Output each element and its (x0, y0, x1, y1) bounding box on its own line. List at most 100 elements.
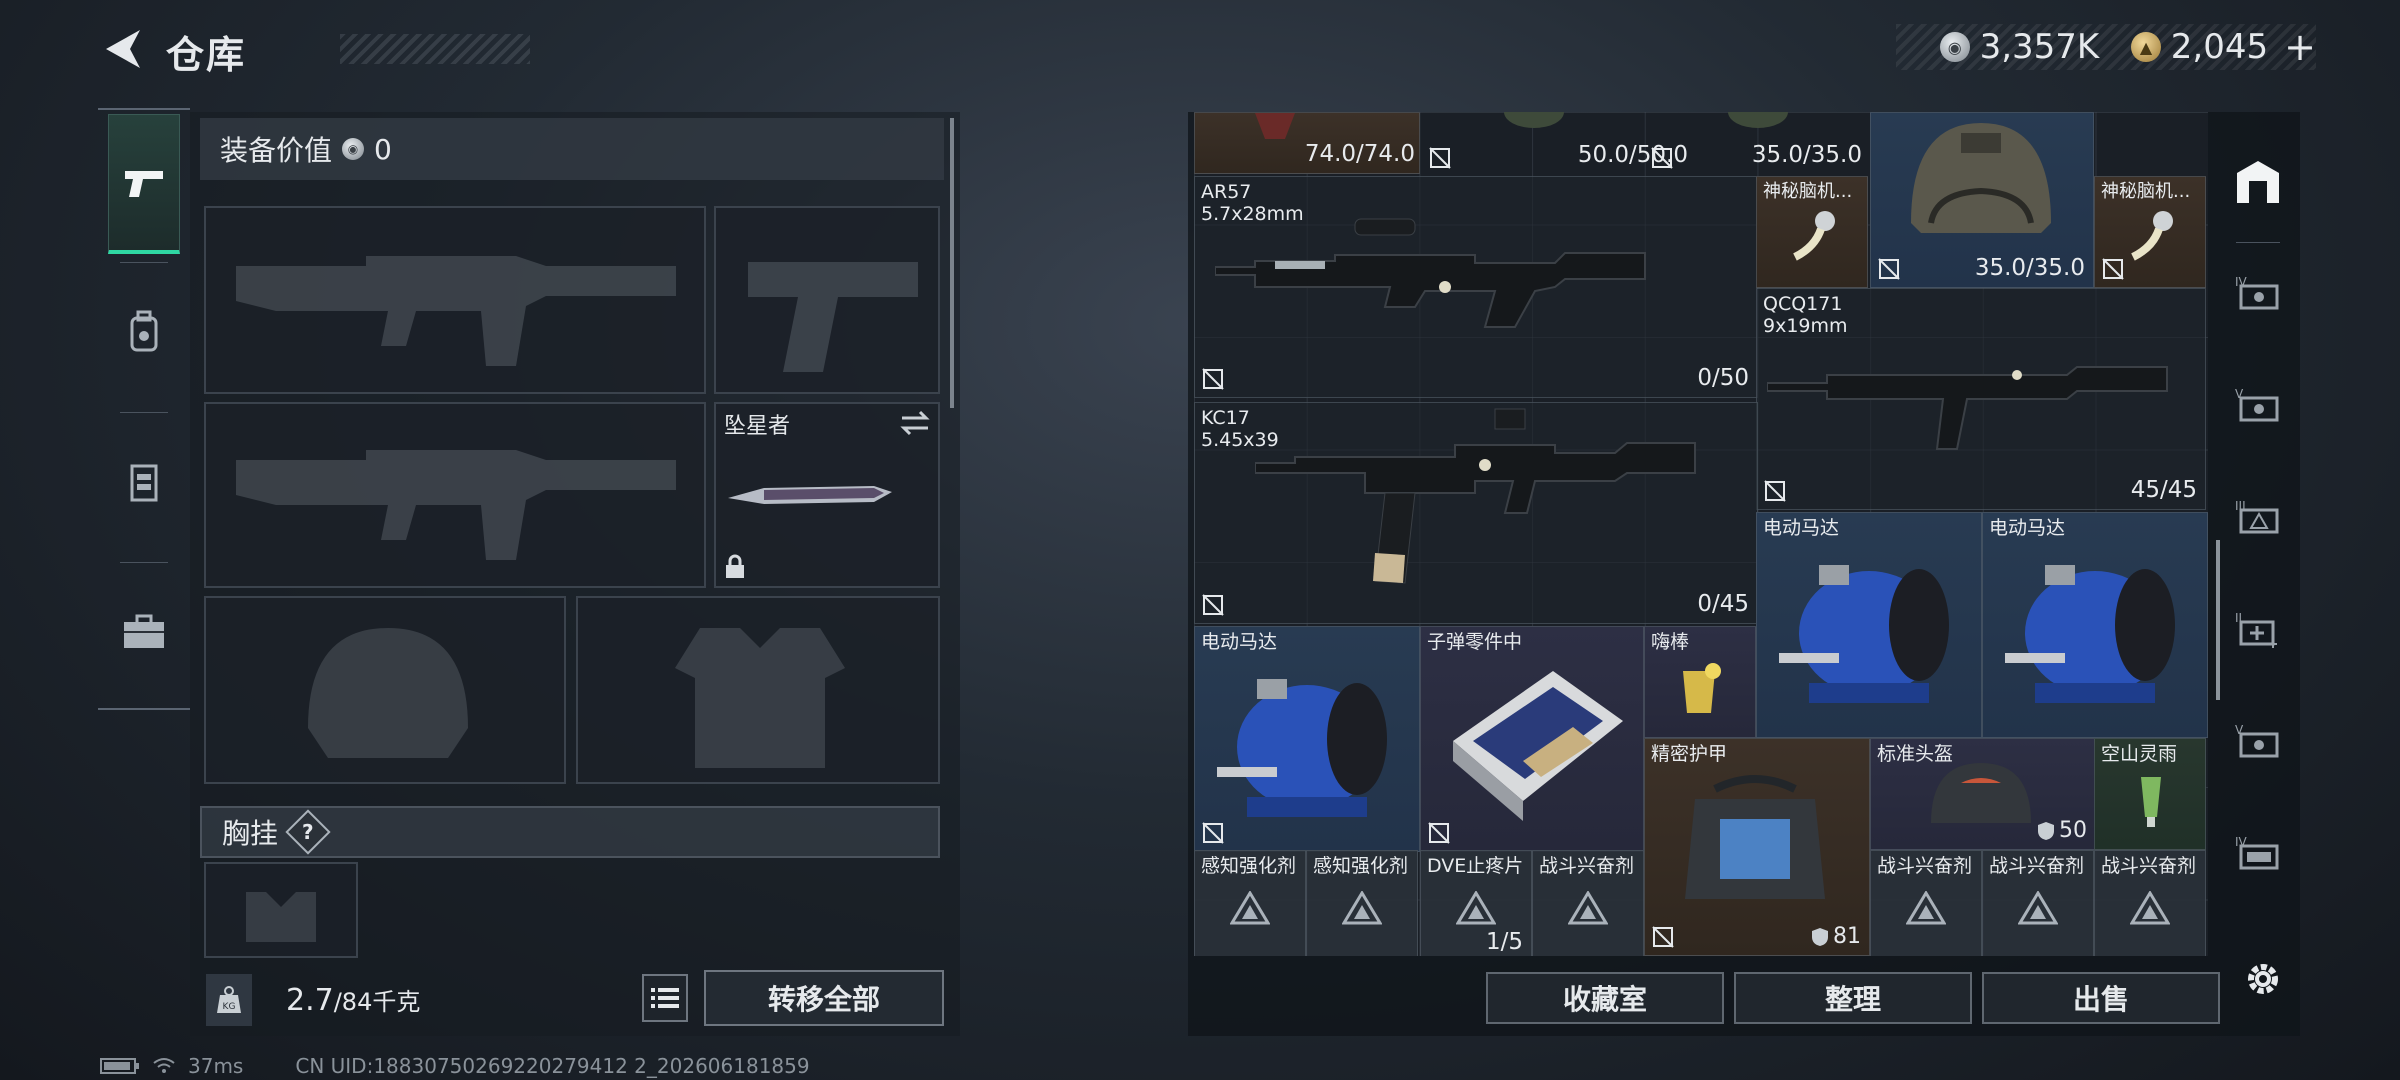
svg-text:KG: KG (223, 1002, 236, 1012)
stash-item-electric-motor[interactable]: 电动马达 (1194, 626, 1420, 852)
sidearm-slot[interactable] (714, 206, 940, 394)
no-insure-icon (2102, 258, 2124, 280)
stash-item-electric-motor[interactable]: 电动马达 (1982, 512, 2208, 738)
rifle-icon (1215, 218, 1646, 328)
tab-weapons[interactable] (108, 114, 180, 254)
stash-item-qcq171[interactable]: QCQ171 9x19mm 45/45 (1756, 288, 2206, 510)
equip-value: 0 (374, 132, 392, 166)
stash-overview-button[interactable] (2222, 138, 2294, 226)
electric-motor-icon (1779, 565, 1949, 703)
no-insure-icon (1202, 368, 1224, 390)
stash-item-consumable[interactable]: 战斗兴奋剂 (1532, 850, 1644, 956)
briefcase-icon (124, 614, 164, 648)
secondary-weapon-slot[interactable] (204, 402, 706, 588)
level-4-container-icon: IV (2235, 835, 2279, 870)
uid-readout: CN UID:18830750269220279412 2_2026061818… (295, 1054, 810, 1078)
no-insure-icon (1428, 822, 1450, 844)
stash-item-ar57[interactable]: AR57 5.7x28mm 0/50 (1194, 176, 1758, 398)
stash-item-helmet[interactable]: 35.0/35.0 (1870, 112, 2094, 288)
locked-item-icon (1456, 891, 1496, 925)
stash-item-precision-armor[interactable]: 精密护甲 81 (1644, 738, 1870, 956)
knife-icon (728, 486, 892, 504)
stash-page-toolbar: IV V III II V IV (2222, 138, 2294, 958)
melee-slot[interactable]: 坠星者 (714, 402, 940, 588)
tactical-helmet-icon (1911, 123, 2051, 233)
rifle-silhouette-icon (236, 256, 676, 366)
smg-icon (1767, 366, 2168, 450)
stash-overview-icon (2237, 161, 2279, 203)
locked-item-icon (2018, 891, 2058, 925)
container-page-button[interactable]: IV (2222, 808, 2294, 896)
stash-item-mystery-chip[interactable]: 神秘脑机... (1756, 176, 1868, 288)
battery-icon (100, 1058, 139, 1074)
stash-item-consumable[interactable]: 战斗兴奋剂 (1982, 850, 2094, 956)
page-title: 仓库 (166, 33, 247, 77)
loadout-scrollbar[interactable] (950, 118, 954, 408)
neural-chip-icon (1793, 211, 1835, 261)
settings-gear-icon[interactable] (2240, 956, 2286, 1002)
chest-rig-header: 胸挂 ? (200, 806, 940, 858)
primary-weapon-slot[interactable] (204, 206, 706, 394)
back-icon[interactable] (96, 22, 146, 76)
stash-item-consumable[interactable]: 感知强化剂 (1194, 850, 1306, 956)
sort-button[interactable]: 整理 (1734, 972, 1972, 1024)
sell-button[interactable]: 出售 (1982, 972, 2220, 1024)
equip-value-label: 装备价值 (220, 134, 333, 167)
silver-value: 3,357K (1979, 27, 2100, 67)
container-page-button[interactable]: IV (2222, 248, 2294, 336)
level-3-container-icon: III (2235, 499, 2279, 534)
neural-chip-icon (2131, 211, 2173, 261)
helmet-silhouette-icon (308, 628, 468, 758)
collection-room-button[interactable]: 收藏室 (1486, 972, 1724, 1024)
container-page-button[interactable]: V (2222, 696, 2294, 784)
chest-rig-slot[interactable] (204, 862, 358, 958)
no-insure-icon (1202, 594, 1224, 616)
container-page-button[interactable]: V (2222, 360, 2294, 448)
list-view-button[interactable] (642, 974, 688, 1022)
melee-name: 坠星者 (724, 414, 791, 439)
stash-item-consumable[interactable]: 感知强化剂 (1306, 850, 1418, 956)
tab-case[interactable] (108, 562, 180, 702)
locked-item-icon (1568, 891, 1608, 925)
rifle-icon (1255, 408, 1696, 584)
no-insure-icon (1878, 258, 1900, 280)
helmet-partial-icon (1504, 112, 1564, 128)
stash-item[interactable]: 74.0/74.0 (1194, 112, 1420, 174)
stash-item-consumable[interactable]: 战斗兴奋剂 (2094, 850, 2206, 956)
stash-item-mystery-chip[interactable]: 神秘脑机... (2094, 176, 2206, 288)
container-page-button[interactable]: III (2222, 472, 2294, 560)
tab-rig[interactable] (108, 412, 180, 552)
transfer-all-button[interactable]: 转移全部 (704, 970, 944, 1026)
tab-armor[interactable] (108, 262, 180, 402)
stash-item-electric-motor[interactable]: 电动马达 (1756, 512, 1982, 738)
stash-item-kongshan[interactable]: 空山灵雨 (2094, 738, 2206, 850)
stash-item-standard-helmet[interactable]: 标准头盔 50 (1870, 738, 2096, 850)
helmet-partial-icon (1728, 112, 1788, 128)
weight-current: 2.7 (286, 983, 334, 1018)
stash-item-glowstick[interactable]: 嗨棒 (1644, 626, 1756, 738)
status-bar: 37ms CN UID:18830750269220279412 2_20260… (100, 1054, 810, 1078)
silver-coin-icon: ◉ (1940, 32, 1970, 62)
stash-item-bullet-parts[interactable]: 子弹零件中 (1420, 626, 1644, 852)
gold-coin-icon: ▲ (2131, 32, 2161, 62)
pistol-icon (125, 170, 163, 197)
rig-silhouette-icon (246, 892, 316, 942)
help-button[interactable]: ? (285, 809, 331, 855)
stash-item[interactable]: 35.0/35.0 (1678, 112, 1868, 174)
container-page-button[interactable]: II (2222, 584, 2294, 672)
category-tabs (98, 108, 190, 710)
body-armor-slot[interactable] (576, 596, 940, 784)
locked-item-icon (1906, 891, 1946, 925)
stash-item-kc17[interactable]: KC17 5.45x39 0/45 (1194, 402, 1758, 624)
rifle-silhouette-icon (236, 450, 676, 560)
stash-item-consumable[interactable]: DVE止疼片 1/5 (1420, 850, 1532, 956)
helmet-slot[interactable] (204, 596, 566, 784)
level-4-container-icon: IV (2235, 275, 2279, 310)
ammo-box-icon (1453, 671, 1623, 821)
stash-scrollbar[interactable] (2216, 540, 2220, 700)
swap-icon[interactable] (900, 410, 930, 436)
stash-grid[interactable]: 74.0/74.0 50.0/50.0 35.0/35.0 AR57 5.7x2… (1194, 112, 2208, 956)
stash-item-consumable[interactable]: 战斗兴奋剂 (1870, 850, 1982, 956)
add-currency-button[interactable]: + (2284, 25, 2316, 69)
vest-icon (130, 464, 158, 502)
